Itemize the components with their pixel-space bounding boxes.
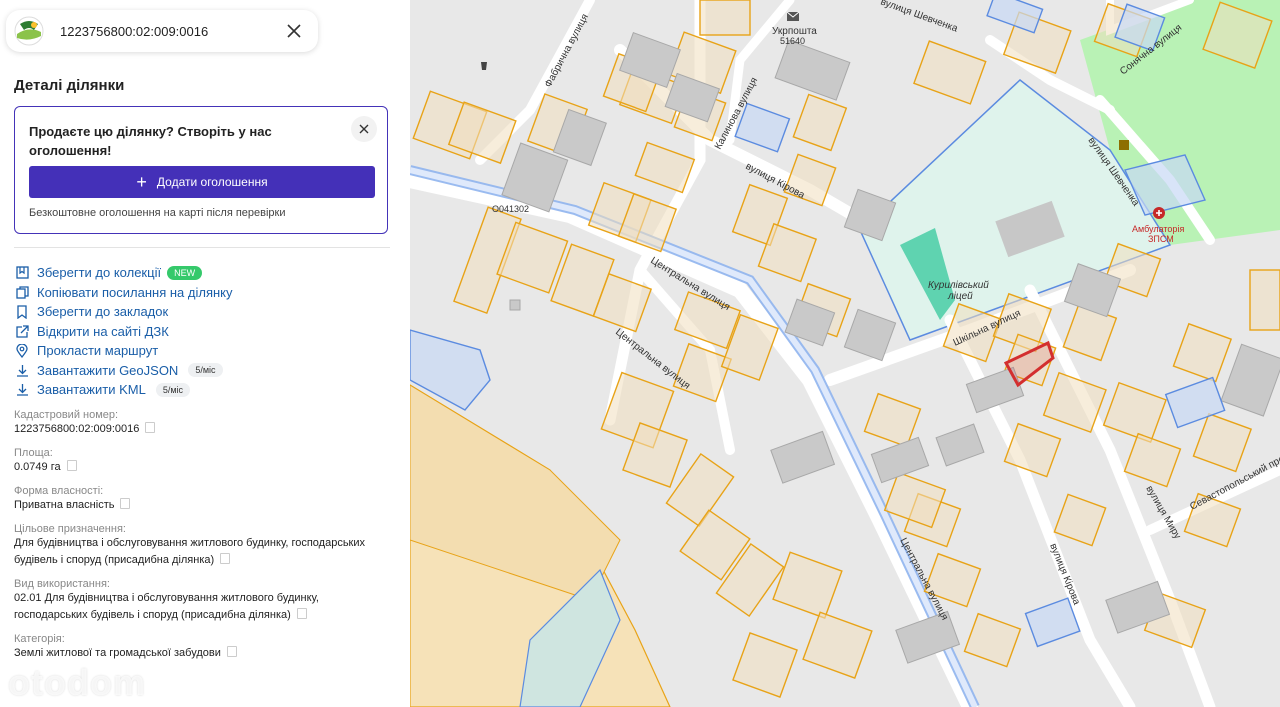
copy-icon[interactable] bbox=[120, 498, 131, 509]
route-link[interactable]: Прокласти маршрут bbox=[14, 341, 233, 361]
save-bookmark-link[interactable]: Зберегти до закладок bbox=[14, 302, 233, 322]
promo-note: Безкоштовне оголошення на карті після пе… bbox=[29, 207, 286, 219]
promo-title: Продаєте цю ділянку? Створіть у нас огол… bbox=[29, 124, 272, 158]
medical-icon bbox=[1153, 207, 1165, 219]
action-label: Завантажити GeoJSON bbox=[37, 362, 179, 378]
download-kml-link[interactable]: Завантажити KML 5/міс bbox=[14, 380, 233, 400]
copy-icon[interactable] bbox=[145, 422, 156, 433]
field-value-purpose: Для будівництва і обслуговування житлово… bbox=[14, 537, 366, 566]
field-label: Категорія: bbox=[14, 633, 65, 645]
field-label: Площа: bbox=[14, 447, 53, 459]
promo-card: Продаєте цю ділянку? Створіть у нас огол… bbox=[14, 106, 388, 234]
action-label: Зберегти до колекції bbox=[37, 265, 162, 281]
map-canvas[interactable]: вулиця Шевченка Укрпошта 51640 Фабрична … bbox=[410, 0, 1280, 707]
road-code-label: O041302 bbox=[492, 204, 529, 214]
watermark-logo: otodom bbox=[8, 662, 146, 703]
field-value-area: 0.0749 га bbox=[14, 459, 394, 476]
plus-icon: + bbox=[136, 172, 147, 192]
school-icon bbox=[1119, 140, 1129, 150]
search-cadastral-number[interactable]: 1223756800:02:009:0016 bbox=[60, 24, 280, 39]
add-listing-button[interactable]: + Додати оголошення bbox=[29, 166, 375, 198]
download-icon bbox=[14, 362, 30, 378]
copy-link-action[interactable]: Копіювати посилання на ділянку bbox=[14, 283, 233, 303]
field-value-usage: 02.01 Для будівництва і обслуговування ж… bbox=[14, 592, 319, 621]
copy-icon[interactable] bbox=[220, 553, 231, 564]
new-badge: NEW bbox=[167, 265, 203, 280]
rate-limit-badge: 5/міс bbox=[188, 363, 223, 378]
download-icon bbox=[14, 382, 30, 398]
sidebar: 1223756800:02:009:0016 Деталі ділянки Пр… bbox=[0, 0, 410, 707]
field-value-category: Землі житлової та громадської забудови bbox=[14, 645, 394, 662]
location-pin-icon bbox=[14, 343, 30, 359]
copy-link-icon bbox=[14, 284, 30, 300]
poi-sublabel: ліцей bbox=[947, 291, 973, 302]
add-listing-label: Додати оголошення bbox=[156, 175, 268, 189]
collection-icon bbox=[14, 265, 30, 281]
action-label: Прокласти маршрут bbox=[37, 343, 159, 359]
bookmark-icon bbox=[14, 304, 30, 320]
field-label: Форма власності: bbox=[14, 485, 104, 497]
download-geojson-link[interactable]: Завантажити GeoJSON 5/міс bbox=[14, 361, 233, 381]
map-svg[interactable]: вулиця Шевченка Укрпошта 51640 Фабрична … bbox=[410, 0, 1280, 707]
close-icon bbox=[359, 124, 369, 134]
field-label: Цільове призначення: bbox=[14, 523, 126, 535]
field-value-cadastral: 1223756800:02:009:0016 bbox=[14, 421, 394, 438]
section-title: Деталі ділянки bbox=[14, 77, 125, 94]
copy-icon[interactable] bbox=[226, 646, 237, 657]
close-search-button[interactable] bbox=[280, 17, 308, 45]
action-label: Зберегти до закладок bbox=[37, 304, 169, 320]
field-label: Вид використання: bbox=[14, 578, 110, 590]
copy-icon[interactable] bbox=[66, 460, 77, 471]
open-dzk-link[interactable]: Відкрити на сайті ДЗК bbox=[14, 322, 233, 342]
parcel-fields: Кадастровий номер: 1223756800:02:009:001… bbox=[14, 409, 394, 671]
poi-label: Амбулаторія bbox=[1132, 224, 1184, 234]
action-label: Завантажити KML bbox=[37, 382, 146, 398]
promo-close-button[interactable] bbox=[351, 116, 377, 142]
app-logo-icon bbox=[14, 16, 44, 46]
field-value-ownership: Приватна власність bbox=[14, 497, 394, 514]
poi-sublabel: 51640 bbox=[780, 36, 805, 46]
action-label: Копіювати посилання на ділянку bbox=[37, 284, 233, 300]
poi-label: Курилівський bbox=[928, 280, 989, 291]
post-office-icon bbox=[786, 11, 800, 21]
action-list: Зберегти до колекції NEW Копіювати посил… bbox=[14, 263, 233, 400]
parcel-search-bar[interactable]: 1223756800:02:009:0016 bbox=[6, 10, 318, 52]
close-icon bbox=[287, 24, 301, 38]
field-label: Кадастровий номер: bbox=[14, 409, 119, 421]
poi-sublabel: ЗПСМ bbox=[1148, 234, 1174, 244]
rate-limit-badge: 5/міс bbox=[155, 382, 191, 397]
divider bbox=[14, 247, 390, 248]
action-label: Відкрити на сайті ДЗК bbox=[37, 323, 169, 339]
external-link-icon bbox=[14, 323, 30, 339]
save-to-collection-link[interactable]: Зберегти до колекції NEW bbox=[14, 263, 233, 283]
copy-icon[interactable] bbox=[296, 608, 307, 619]
landmark-icon bbox=[481, 62, 487, 70]
